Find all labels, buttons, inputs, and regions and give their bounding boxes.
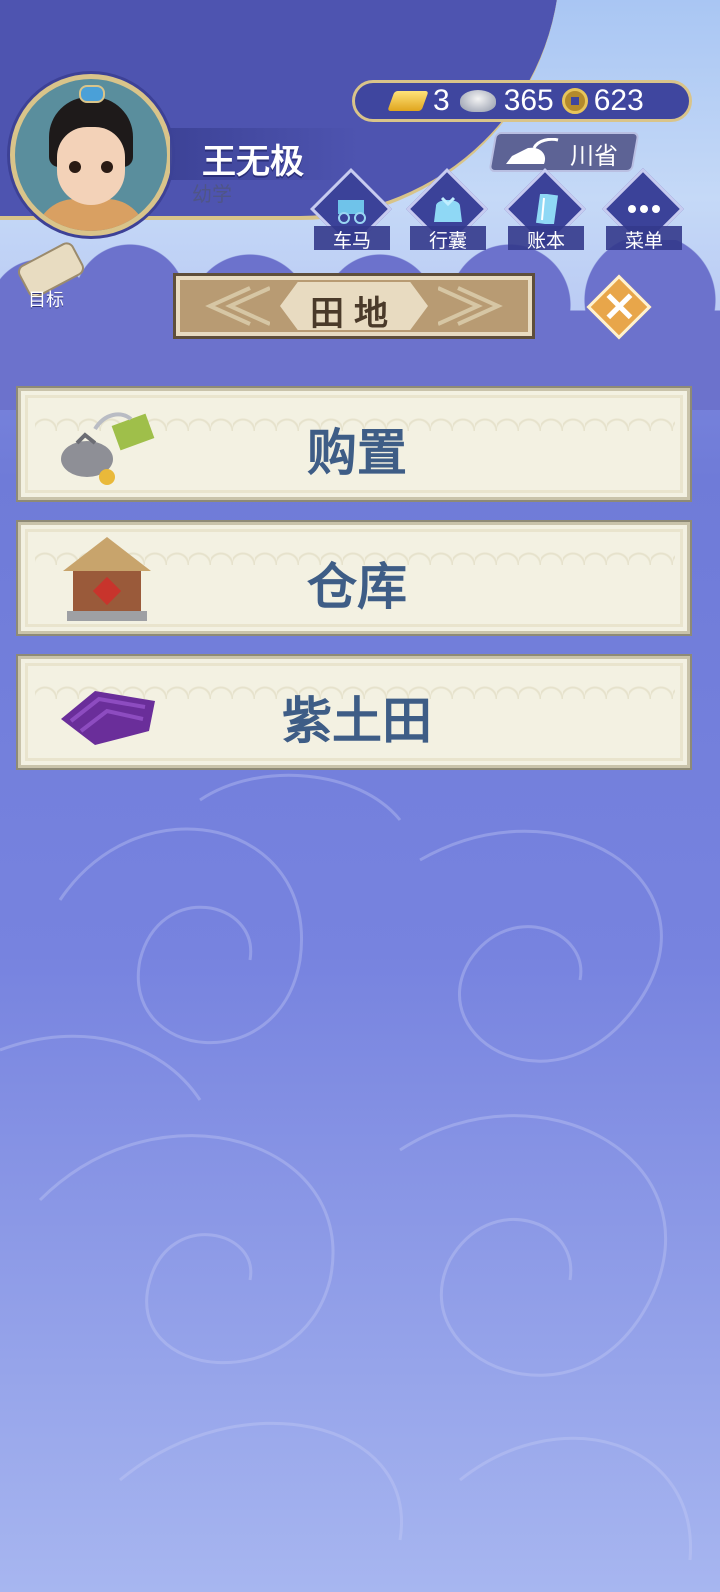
menu-label: 菜单 (624, 230, 663, 252)
panel-title: 田地 (310, 294, 398, 334)
goal-button[interactable]: 目标 (10, 239, 90, 311)
silver-amount: 365 (503, 84, 554, 117)
menu-label: 车马 (332, 230, 371, 252)
list-item-label: 紫土田 (282, 692, 432, 750)
silver-ingot-icon (459, 90, 496, 112)
region-label: 川省 (570, 142, 618, 170)
gold-amount: 3 (433, 84, 450, 117)
list-item-purple-field[interactable]: 紫土田 (18, 656, 690, 768)
goal-label: 目标 (28, 290, 64, 311)
list-item-label: 仓库 (307, 558, 407, 616)
avatar-eye-left (69, 161, 81, 173)
avatar-face (57, 127, 125, 205)
bundle-icon (434, 196, 462, 222)
menu-button-more[interactable]: 菜单 (601, 167, 685, 256)
iron-icon (506, 138, 559, 164)
menu-button-ledger[interactable]: 账本 (503, 167, 587, 256)
list-item-label: 购置 (307, 424, 407, 482)
avatar-eye-right (101, 161, 113, 173)
list-item-warehouse[interactable]: 仓库 (18, 522, 690, 634)
player-rank: 幼学 (192, 182, 232, 206)
close-icon[interactable]: × (601, 282, 638, 330)
more-icon (628, 205, 660, 213)
list-item-purchase[interactable]: 购置 (18, 388, 690, 500)
menu-button-carriage[interactable]: 车马 (309, 167, 393, 256)
avatar-hat (79, 85, 105, 103)
copper-coin-icon (561, 88, 588, 114)
gold-ingot-icon (387, 91, 429, 111)
player-avatar[interactable] (10, 74, 172, 236)
player-name: 王无极 (202, 142, 304, 182)
ledger-icon (535, 194, 558, 224)
menu-button-bundle[interactable]: 行囊 (405, 167, 489, 256)
menu-label: 行囊 (428, 230, 467, 252)
currency-bar: 3 365 623 (352, 80, 692, 122)
menu-label: 账本 (526, 230, 565, 252)
copper-amount: 623 (593, 84, 644, 117)
carriage-icon (338, 200, 366, 224)
panel-title-plaque: 田地 (176, 276, 532, 336)
